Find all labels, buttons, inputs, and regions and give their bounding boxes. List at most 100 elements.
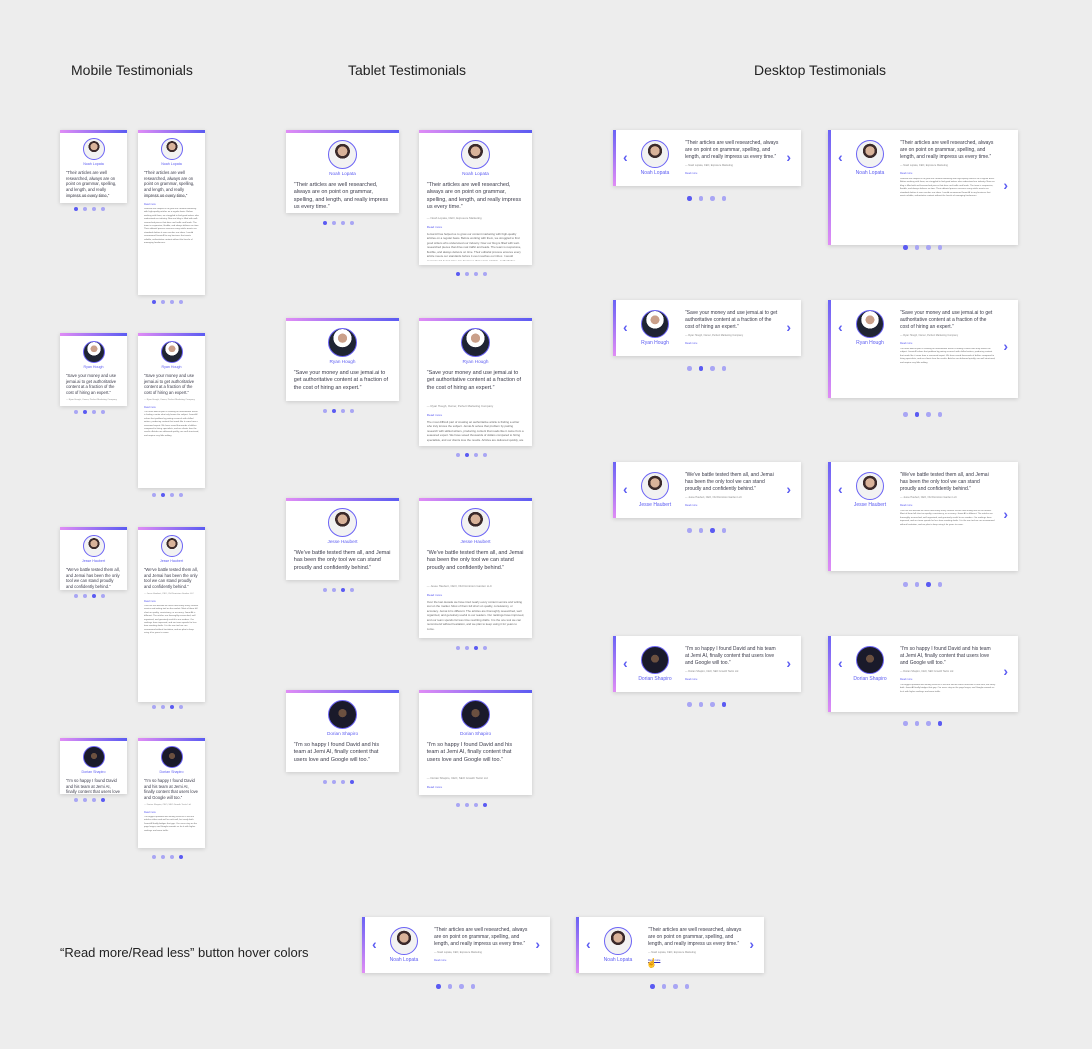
next-arrow-button[interactable]: › (749, 937, 754, 951)
carousel-dot[interactable] (100, 410, 105, 414)
read-more-button[interactable]: Read more (434, 959, 446, 962)
carousel-dot[interactable] (698, 196, 703, 201)
previous-arrow-button[interactable]: ‹ (623, 150, 628, 164)
carousel-dot[interactable] (464, 646, 469, 650)
carousel-dot[interactable] (473, 453, 478, 457)
carousel-dot[interactable] (464, 453, 469, 457)
carousel-dot[interactable] (687, 528, 692, 533)
read-more-button[interactable]: Read more (427, 413, 442, 417)
carousel-dot[interactable] (482, 803, 487, 807)
carousel-dot[interactable] (937, 412, 942, 417)
carousel-dot[interactable] (721, 528, 726, 533)
carousel-dot[interactable] (687, 702, 692, 707)
previous-arrow-button[interactable]: ‹ (838, 482, 843, 496)
carousel-dot[interactable] (937, 582, 942, 587)
carousel-dot[interactable] (340, 221, 345, 225)
carousel-dot[interactable] (82, 207, 87, 211)
carousel-dot[interactable] (82, 798, 87, 802)
read-more-button[interactable]: Read more (900, 172, 912, 175)
next-arrow-button[interactable]: › (1003, 664, 1008, 678)
read-more-button[interactable]: Read more (144, 406, 156, 409)
carousel-dot[interactable] (160, 300, 165, 304)
carousel-dot[interactable] (169, 705, 174, 709)
read-more-button[interactable]: Read more (900, 504, 912, 507)
carousel-dot[interactable] (698, 702, 703, 707)
carousel-dot[interactable] (710, 702, 715, 707)
previous-arrow-button[interactable]: ‹ (623, 482, 628, 496)
carousel-dot[interactable] (151, 300, 156, 304)
carousel-dot[interactable] (914, 412, 919, 417)
carousel-dot[interactable] (673, 984, 678, 989)
carousel-dot[interactable] (687, 366, 692, 371)
carousel-dot[interactable] (100, 798, 105, 802)
carousel-dot[interactable] (710, 366, 715, 371)
carousel-dot[interactable] (340, 780, 345, 784)
read-more-button[interactable]: Read more (685, 678, 697, 681)
carousel-dot[interactable] (331, 588, 336, 592)
previous-arrow-button[interactable]: ‹ (623, 656, 628, 670)
previous-arrow-button[interactable]: ‹ (838, 150, 843, 164)
carousel-dot[interactable] (710, 196, 715, 201)
carousel-dot[interactable] (82, 594, 87, 598)
carousel-dot[interactable] (340, 409, 345, 413)
read-more-button[interactable]: Read more (685, 342, 697, 345)
carousel-dot[interactable] (178, 705, 183, 709)
next-arrow-button[interactable]: › (786, 150, 791, 164)
next-arrow-button[interactable]: › (786, 656, 791, 670)
carousel-dot[interactable] (73, 798, 78, 802)
carousel-dot[interactable] (160, 493, 165, 497)
carousel-dot[interactable] (455, 272, 460, 276)
next-arrow-button[interactable]: › (1003, 339, 1008, 353)
read-more-button[interactable]: Read more (900, 342, 912, 345)
carousel-dot[interactable] (455, 646, 460, 650)
read-more-button[interactable]: Read more (144, 600, 156, 603)
previous-arrow-button[interactable]: ‹ (623, 320, 628, 334)
carousel-dot[interactable] (482, 453, 487, 457)
carousel-dot[interactable] (151, 493, 156, 497)
carousel-dot[interactable] (698, 366, 703, 371)
carousel-dot[interactable] (684, 984, 689, 989)
carousel-dot[interactable] (464, 272, 469, 276)
carousel-dot[interactable] (169, 855, 174, 859)
carousel-dot[interactable] (903, 721, 908, 726)
read-more-button[interactable]: Read more (144, 203, 156, 206)
carousel-dot[interactable] (178, 493, 183, 497)
previous-arrow-button[interactable]: ‹ (838, 656, 843, 670)
carousel-dot[interactable] (926, 245, 931, 250)
carousel-dot[interactable] (903, 245, 908, 250)
read-more-button[interactable]: Read more (427, 225, 442, 229)
carousel-dot[interactable] (650, 984, 655, 989)
carousel-dot[interactable] (322, 780, 327, 784)
carousel-dot[interactable] (151, 705, 156, 709)
carousel-dot[interactable] (710, 528, 715, 533)
carousel-dot[interactable] (464, 803, 469, 807)
carousel-dot[interactable] (331, 221, 336, 225)
read-more-button[interactable]: Read more (144, 811, 156, 814)
carousel-dot[interactable] (470, 984, 475, 989)
carousel-dot[interactable] (100, 594, 105, 598)
read-more-button[interactable]: Read more (685, 172, 697, 175)
carousel-dot[interactable] (73, 410, 78, 414)
carousel-dot[interactable] (914, 721, 919, 726)
carousel-dot[interactable] (331, 780, 336, 784)
carousel-dot[interactable] (73, 207, 78, 211)
previous-arrow-button[interactable]: ‹ (586, 937, 591, 951)
carousel-dot[interactable] (436, 984, 441, 989)
carousel-dot[interactable] (903, 412, 908, 417)
carousel-dot[interactable] (903, 582, 908, 587)
carousel-dot[interactable] (91, 594, 96, 598)
carousel-dot[interactable] (926, 412, 931, 417)
carousel-dot[interactable] (721, 196, 726, 201)
carousel-dot[interactable] (322, 588, 327, 592)
carousel-dot[interactable] (169, 493, 174, 497)
previous-arrow-button[interactable]: ‹ (372, 937, 377, 951)
carousel-dot[interactable] (100, 207, 105, 211)
read-more-button[interactable]: Read more (685, 504, 697, 507)
carousel-dot[interactable] (914, 245, 919, 250)
read-more-button[interactable]: Read more (427, 785, 442, 789)
carousel-dot[interactable] (340, 588, 345, 592)
carousel-dot[interactable] (91, 207, 96, 211)
next-arrow-button[interactable]: › (1003, 507, 1008, 521)
carousel-dot[interactable] (473, 646, 478, 650)
carousel-dot[interactable] (91, 798, 96, 802)
